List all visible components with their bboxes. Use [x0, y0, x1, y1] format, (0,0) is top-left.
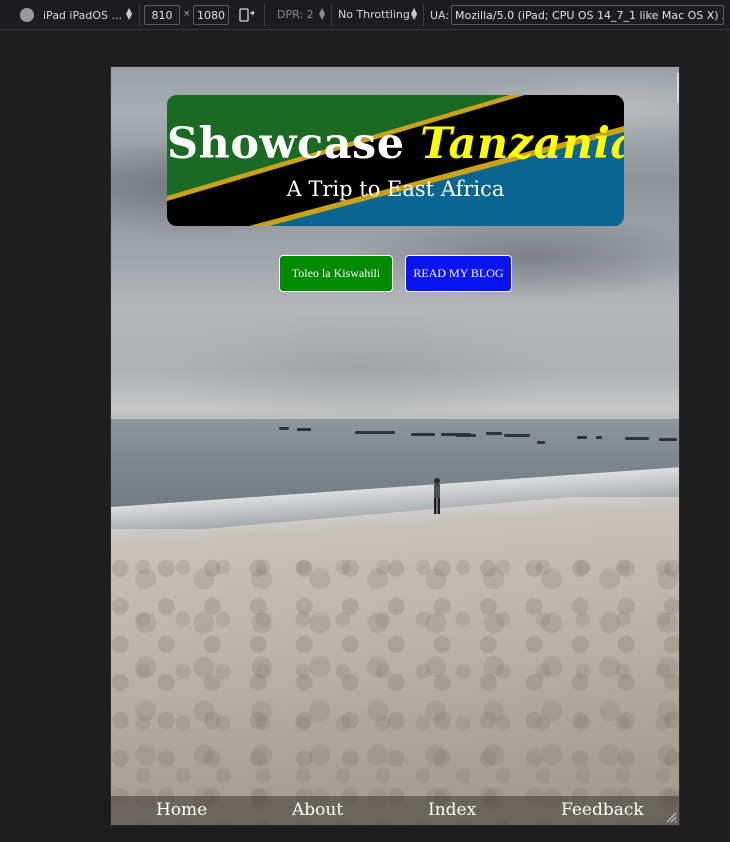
nav-feedback-link[interactable]: Feedback: [561, 800, 644, 820]
separator: [423, 4, 424, 26]
rotate-device-icon[interactable]: [238, 7, 256, 23]
throttling-dropdown-arrow-icon[interactable]: ▲ ▼: [411, 7, 417, 21]
boat: [596, 436, 602, 439]
compass-icon[interactable]: [19, 7, 35, 23]
site-subtitle: A Trip to East Africa: [286, 177, 505, 201]
scrollbar-indicator[interactable]: [677, 73, 679, 103]
boat: [625, 437, 649, 440]
network-throttling-selector[interactable]: No Throttling: [338, 8, 410, 21]
device-dropdown-arrow-icon[interactable]: ▲ ▼: [126, 7, 132, 21]
boat: [537, 441, 545, 444]
separator: [139, 4, 140, 26]
boat: [456, 434, 476, 437]
sand-texture: [111, 557, 679, 825]
boat: [486, 432, 502, 435]
boat: [411, 433, 435, 436]
page-viewport: Showcase Tanzania A Trip to East Africa …: [111, 67, 679, 825]
nav-about-link[interactable]: About: [292, 800, 343, 820]
viewport-height-input[interactable]: 1080: [193, 5, 229, 25]
read-blog-button[interactable]: READ MY BLOG: [405, 255, 512, 292]
nav-index-link[interactable]: Index: [428, 800, 476, 820]
boat: [279, 427, 289, 430]
dpr-dropdown-arrow-icon[interactable]: ▲ ▼: [319, 7, 325, 21]
times-sign: ×: [183, 9, 191, 19]
boat: [504, 434, 530, 437]
footer-navigation: Home About Index Feedback: [111, 796, 679, 825]
swahili-version-button[interactable]: Toleo la Kiswahili: [279, 255, 393, 292]
user-agent-label: UA:: [430, 9, 450, 22]
viewport-width-input[interactable]: 810: [144, 5, 180, 25]
separator: [264, 4, 265, 26]
device-selector[interactable]: iPad iPadOS ...: [43, 9, 122, 22]
boat: [297, 428, 311, 431]
site-title-main: Showcase: [167, 119, 405, 169]
boat: [355, 431, 395, 434]
responsive-toolbar: iPad iPadOS ... ▲ ▼ 810 × 1080 DPR: 2 ▲ ▼ …: [0, 0, 730, 30]
user-agent-input[interactable]: Mozilla/5.0 (iPad; CPU OS 14_7_1 like Ma…: [451, 5, 724, 25]
site-title-accent: Tanzania: [420, 119, 624, 169]
nav-home-link[interactable]: Home: [156, 800, 207, 820]
boat: [577, 436, 587, 439]
separator: [331, 4, 332, 26]
person-on-beach: [434, 478, 440, 514]
dpr-selector[interactable]: DPR: 2: [277, 8, 314, 21]
resize-handle-icon[interactable]: [665, 811, 677, 823]
site-title: Showcase Tanzania: [167, 119, 624, 169]
header-banner: Showcase Tanzania A Trip to East Africa: [167, 95, 624, 226]
boat: [659, 438, 677, 441]
